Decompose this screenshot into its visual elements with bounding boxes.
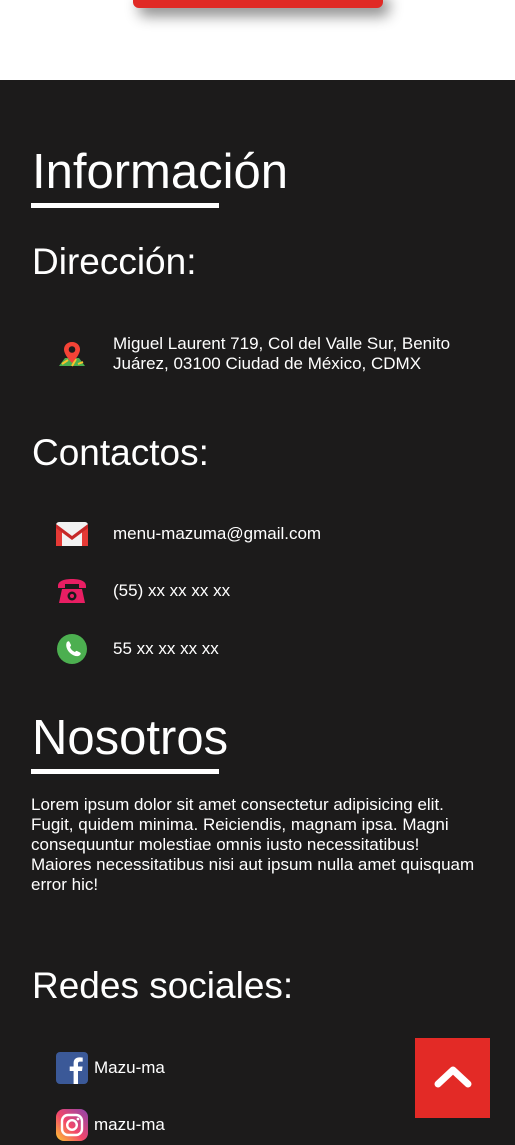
facebook-text[interactable]: Mazu-ma <box>94 1058 165 1078</box>
facebook-icon <box>56 1052 88 1084</box>
telephone-icon <box>56 575 88 607</box>
redes-heading: Redes sociales: <box>32 965 294 1006</box>
nosotros-paragraph: Lorem ipsum dolor sit amet consectetur a… <box>31 795 475 894</box>
phone-row[interactable]: (55) xx xx xx xx <box>56 575 230 607</box>
informacion-underline <box>31 203 219 208</box>
instagram-link[interactable]: mazu-ma <box>56 1109 165 1141</box>
whatsapp-row[interactable]: 55 xx xx xx xx <box>56 633 219 665</box>
scroll-to-top-button[interactable] <box>415 1038 490 1118</box>
nosotros-heading: Nosotros <box>32 711 229 765</box>
chevron-up-icon <box>433 1063 473 1094</box>
nosotros-underline <box>31 769 219 774</box>
email-text[interactable]: menu-mazuma@gmail.com <box>113 524 321 544</box>
contactos-heading: Contactos: <box>32 432 209 473</box>
whatsapp-icon <box>56 633 88 665</box>
informacion-heading: Información <box>32 145 289 199</box>
instagram-text[interactable]: mazu-ma <box>94 1115 165 1135</box>
gmail-icon <box>56 518 88 550</box>
top-red-button[interactable] <box>133 0 383 8</box>
whatsapp-text[interactable]: 55 xx xx xx xx <box>113 639 219 659</box>
phone-text[interactable]: (55) xx xx xx xx <box>113 581 230 601</box>
top-white-area <box>0 0 515 80</box>
facebook-link[interactable]: Mazu-ma <box>56 1052 165 1084</box>
instagram-icon <box>56 1109 88 1141</box>
map-pin-icon <box>56 338 88 370</box>
email-row[interactable]: menu-mazuma@gmail.com <box>56 518 321 550</box>
address-text: Miguel Laurent 719, Col del Valle Sur, B… <box>113 334 451 373</box>
direccion-heading: Dirección: <box>32 241 197 282</box>
address-row: Miguel Laurent 719, Col del Valle Sur, B… <box>56 334 476 374</box>
